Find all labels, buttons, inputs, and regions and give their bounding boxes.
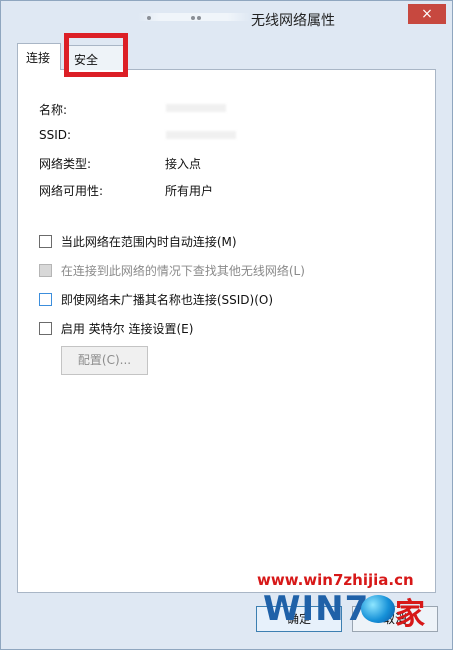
find-other-networks-option: 在连接到此网络的情况下查找其他无线网络(L) — [39, 262, 305, 278]
close-icon: × — [421, 6, 433, 22]
connection-panel: 名称: SSID: 网络类型: 接入点 网络可用性: 所有用户 当此网络在范围内… — [17, 69, 436, 593]
watermark-url: www.win7zhijia.cn — [257, 571, 414, 589]
title-dots — [147, 12, 237, 22]
hidden-ssid-option[interactable]: 即使网络未广播其名称也连接(SSID)(O) — [39, 291, 273, 307]
hidden-ssid-label: 即使网络未广播其名称也连接(SSID)(O) — [60, 293, 274, 307]
ssid-smudge — [166, 131, 236, 139]
name-smudge — [166, 104, 226, 112]
tab-connection-label: 连接 — [26, 51, 51, 65]
close-button[interactable]: × — [408, 4, 446, 24]
configure-button: 配置(C)... — [61, 346, 148, 375]
properties-window: 无线网络属性 × 连接 安全 名称: SSID: 网络类型: 接入点 网络可用性… — [0, 0, 453, 650]
auto-connect-checkbox[interactable] — [39, 235, 52, 248]
win7-logo: WIN7 家 — [263, 589, 428, 635]
intel-settings-label: 启用 英特尔 连接设置(E) — [60, 322, 194, 336]
auto-connect-option[interactable]: 当此网络在范围内时自动连接(M) — [39, 233, 237, 249]
window-title: 无线网络属性 — [251, 13, 335, 29]
hidden-ssid-checkbox[interactable] — [39, 293, 52, 306]
find-other-networks-label: 在连接到此网络的情况下查找其他无线网络(L) — [60, 264, 305, 278]
windows-orb-icon — [361, 595, 395, 623]
network-type-label: 网络类型: — [39, 157, 92, 171]
logo-text: WIN7 — [263, 589, 370, 629]
network-type-value: 接入点 — [165, 157, 202, 171]
ssid-label: SSID: — [39, 128, 72, 142]
network-availability-value: 所有用户 — [165, 184, 214, 198]
intel-settings-checkbox[interactable] — [39, 322, 52, 335]
name-label: 名称: — [39, 103, 68, 117]
find-other-networks-checkbox — [39, 264, 52, 277]
security-tab-highlight — [64, 33, 128, 77]
logo-char: 家 — [395, 597, 425, 632]
tab-connection[interactable]: 连接 — [17, 43, 61, 70]
network-availability-label: 网络可用性: — [39, 184, 104, 198]
intel-settings-option[interactable]: 启用 英特尔 连接设置(E) — [39, 320, 193, 336]
title-bar: 无线网络属性 × — [1, 1, 452, 35]
auto-connect-label: 当此网络在范围内时自动连接(M) — [60, 235, 237, 249]
